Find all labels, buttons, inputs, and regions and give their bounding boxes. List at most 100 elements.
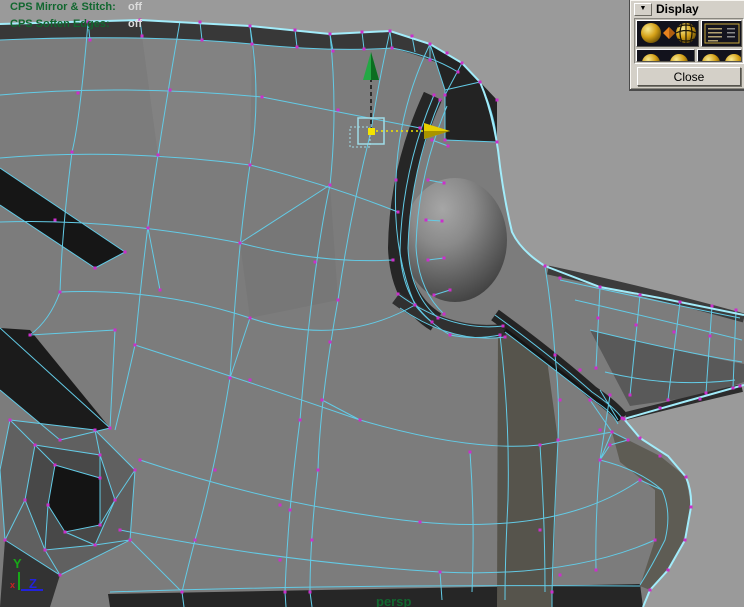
mesh-vertex[interactable] xyxy=(397,211,400,214)
mesh-vertex[interactable] xyxy=(279,504,282,507)
mesh-vertex[interactable] xyxy=(147,227,150,230)
mesh-vertex[interactable] xyxy=(94,544,97,547)
mesh-vertex[interactable] xyxy=(443,182,446,185)
mesh-vertex[interactable] xyxy=(321,399,324,402)
mesh-vertex[interactable] xyxy=(443,313,446,316)
mesh-vertex[interactable] xyxy=(114,329,117,332)
mesh-vertex[interactable] xyxy=(395,179,398,182)
mesh-vertex[interactable] xyxy=(504,336,507,339)
mesh-vertex[interactable] xyxy=(411,35,414,38)
mesh-vertex[interactable] xyxy=(431,321,434,324)
mesh-vertex[interactable] xyxy=(139,459,142,462)
mesh-vertex[interactable] xyxy=(299,419,302,422)
mesh-vertex[interactable] xyxy=(261,96,264,99)
mesh-vertex[interactable] xyxy=(361,31,364,34)
mesh-vertex[interactable] xyxy=(609,394,612,397)
mesh-vertex[interactable] xyxy=(71,151,74,154)
mesh-vertex[interactable] xyxy=(229,377,232,380)
mesh-vertex[interactable] xyxy=(469,451,472,454)
mesh-vertex[interactable] xyxy=(597,317,600,320)
mesh-vertex[interactable] xyxy=(621,417,624,420)
mesh-vertex[interactable] xyxy=(539,529,542,532)
mesh-vertex[interactable] xyxy=(296,46,299,49)
mesh-vertex[interactable] xyxy=(599,286,602,289)
mesh-vertex[interactable] xyxy=(249,379,252,382)
mesh-vertex[interactable] xyxy=(389,30,392,33)
mesh-vertex[interactable] xyxy=(94,429,97,432)
mesh-vertex[interactable] xyxy=(589,399,592,402)
mesh-vertex[interactable] xyxy=(47,504,50,507)
mesh-vertex[interactable] xyxy=(329,184,332,187)
mesh-vertex[interactable] xyxy=(34,444,37,447)
mesh-vertex[interactable] xyxy=(627,439,630,442)
mesh-vertex[interactable] xyxy=(496,141,499,144)
mesh-vertex[interactable] xyxy=(214,469,217,472)
display-shading-button-right[interactable] xyxy=(697,49,742,62)
mesh-vertex[interactable] xyxy=(429,43,432,46)
mesh-vertex[interactable] xyxy=(705,392,708,395)
mesh-vertex[interactable] xyxy=(629,394,632,397)
maya-perspective-viewport[interactable]: CPS Mirror & Stitch: off CPS Soften Edge… xyxy=(0,0,744,607)
mesh-vertex[interactable] xyxy=(99,524,102,527)
mesh-vertex[interactable] xyxy=(711,305,714,308)
mesh-vertex[interactable] xyxy=(659,455,662,458)
mesh-vertex[interactable] xyxy=(391,47,394,50)
mesh-vertex[interactable] xyxy=(289,509,292,512)
mesh-vertex[interactable] xyxy=(595,367,598,370)
mesh-vertex[interactable] xyxy=(317,469,320,472)
mesh-vertex[interactable] xyxy=(496,99,499,102)
mesh-vertex[interactable] xyxy=(4,539,7,542)
mesh-vertex[interactable] xyxy=(559,399,562,402)
mesh-vertex[interactable] xyxy=(539,444,542,447)
mesh-vertex[interactable] xyxy=(414,304,417,307)
mesh-vertex[interactable] xyxy=(444,139,447,142)
mesh-vertex[interactable] xyxy=(29,334,32,337)
mesh-vertex[interactable] xyxy=(249,164,252,167)
mesh-vertex[interactable] xyxy=(502,325,505,328)
mesh-vertex[interactable] xyxy=(194,539,197,542)
mesh-vertex[interactable] xyxy=(124,251,127,254)
mesh-vertex[interactable] xyxy=(499,334,502,337)
mesh-vertex[interactable] xyxy=(314,261,317,264)
mesh-vertex[interactable] xyxy=(557,439,560,442)
mesh-vertex[interactable] xyxy=(199,21,202,24)
mesh-vertex[interactable] xyxy=(639,294,642,297)
close-button[interactable]: Close xyxy=(637,67,741,86)
mesh-vertex[interactable] xyxy=(89,39,92,42)
mesh-vertex[interactable] xyxy=(739,385,742,388)
mesh-vertex[interactable] xyxy=(284,591,287,594)
mesh-vertex[interactable] xyxy=(649,589,652,592)
mesh-vertex[interactable] xyxy=(447,145,450,148)
mesh-vertex[interactable] xyxy=(551,591,554,594)
mesh-vertex[interactable] xyxy=(446,52,449,55)
viewport-canvas[interactable] xyxy=(0,0,744,607)
mesh-vertex[interactable] xyxy=(181,591,184,594)
mesh-vertex[interactable] xyxy=(544,265,547,268)
mesh-vertex[interactable] xyxy=(363,48,366,51)
mesh-vertex[interactable] xyxy=(59,291,62,294)
mesh-vertex[interactable] xyxy=(239,242,242,245)
mesh-vertex[interactable] xyxy=(64,531,67,534)
mesh-vertex[interactable] xyxy=(654,539,657,542)
mesh-vertex[interactable] xyxy=(9,419,12,422)
mesh-vertex[interactable] xyxy=(251,43,254,46)
mesh-vertex[interactable] xyxy=(659,407,662,410)
mesh-vertex[interactable] xyxy=(397,293,400,296)
mesh-vertex[interactable] xyxy=(109,427,112,430)
display-shading-button-left[interactable] xyxy=(636,49,695,62)
mesh-vertex[interactable] xyxy=(599,459,602,462)
mesh-vertex[interactable] xyxy=(461,62,464,65)
mesh-vertex[interactable] xyxy=(94,267,97,270)
mesh-vertex[interactable] xyxy=(332,50,335,53)
mesh-vertex[interactable] xyxy=(59,574,62,577)
mesh-vertex[interactable] xyxy=(129,539,132,542)
mesh-vertex[interactable] xyxy=(579,369,582,372)
mesh-vertex[interactable] xyxy=(639,437,642,440)
mesh-vertex[interactable] xyxy=(294,29,297,32)
mesh-vertex[interactable] xyxy=(329,33,332,36)
mesh-vertex[interactable] xyxy=(99,477,102,480)
mesh-vertex[interactable] xyxy=(449,289,452,292)
mesh-vertex[interactable] xyxy=(419,521,422,524)
display-editor-panel-button[interactable] xyxy=(701,20,742,47)
mesh-vertex[interactable] xyxy=(392,259,395,262)
